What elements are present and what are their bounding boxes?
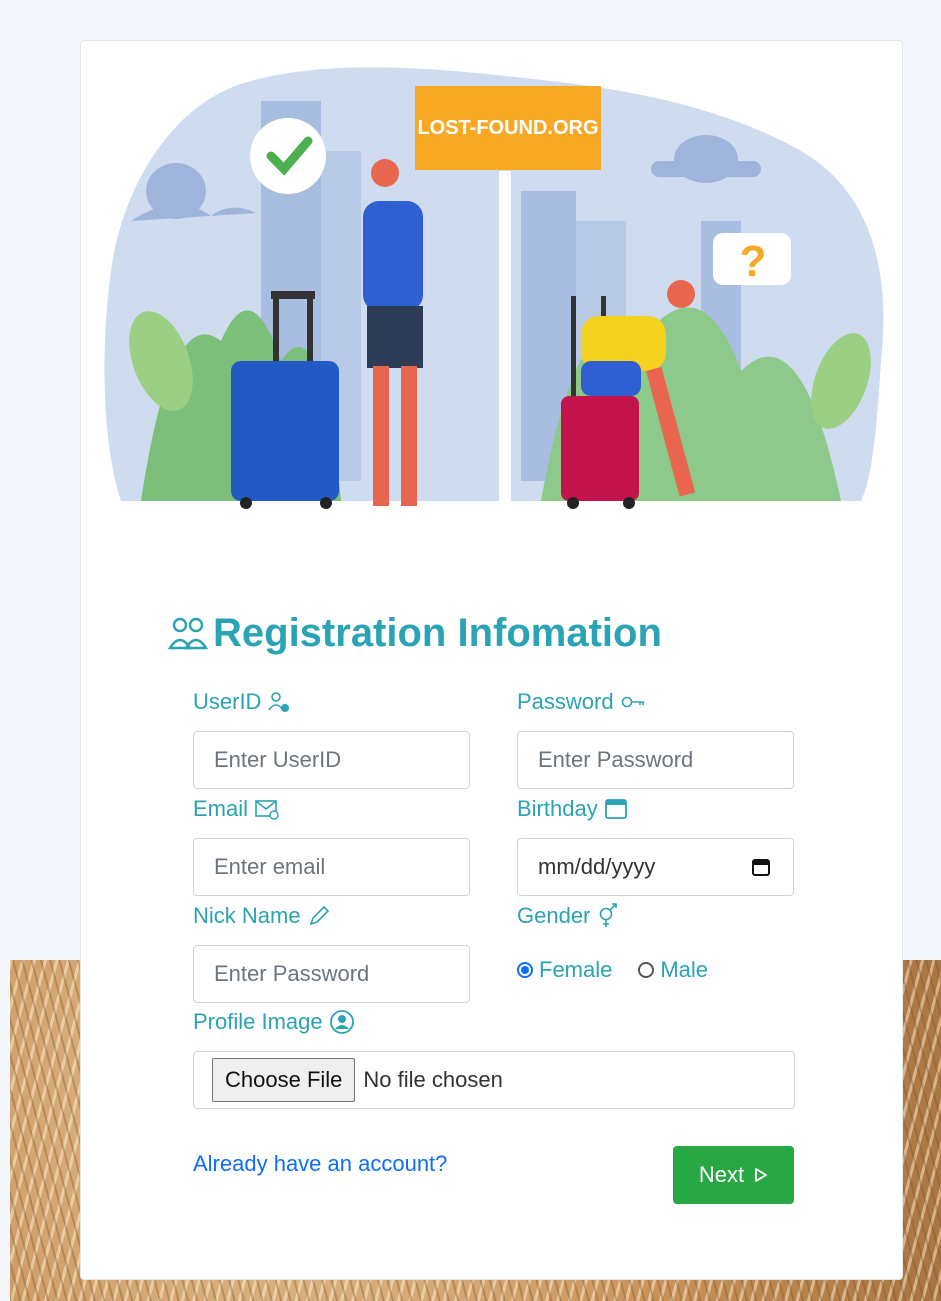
email-label: Email: [193, 796, 280, 822]
users-icon: [167, 617, 209, 649]
pencil-icon: [309, 905, 329, 926]
birthday-label: Birthday: [517, 796, 628, 822]
nickname-label: Nick Name: [193, 903, 331, 929]
key-icon: [621, 696, 644, 708]
login-link[interactable]: Already have an account?: [193, 1151, 447, 1177]
page-title: Registration Infomation: [167, 611, 662, 656]
user-circle-icon: [329, 1010, 354, 1034]
userid-input[interactable]: [193, 731, 470, 789]
gender-label: Gender: [517, 903, 620, 929]
nickname-input[interactable]: [193, 945, 470, 1003]
file-status: No file chosen: [363, 1067, 503, 1092]
next-button-label: Next: [698, 1162, 745, 1187]
userid-label: UserID: [193, 689, 291, 715]
title-text: Registration Infomation: [213, 611, 662, 655]
male-radio[interactable]: [638, 962, 655, 978]
email-input[interactable]: [193, 838, 470, 896]
female-radio[interactable]: [517, 962, 533, 978]
hero-illustration: LOST-FOUND.ORG ?: [104, 67, 884, 509]
password-label: Password: [517, 689, 646, 715]
password-input[interactable]: [517, 731, 794, 789]
registration-card: LOST-FOUND.ORG ? Registration Infomation…: [80, 40, 903, 1280]
play-triangle-icon: [755, 1168, 768, 1182]
sign-text: LOST-FOUND.ORG: [417, 117, 598, 139]
next-button[interactable]: Next: [673, 1146, 794, 1204]
user-check-icon: [268, 692, 290, 712]
envelope-at-icon: [255, 800, 279, 820]
calendar-icon: [604, 799, 627, 819]
calendar-picker-icon[interactable]: [751, 857, 771, 877]
birthday-date-input[interactable]: mm/dd/yyyy: [517, 838, 794, 896]
gender-icon: [600, 903, 618, 927]
profile-image-label: Profile Image: [193, 1009, 355, 1035]
question-mark: ?: [740, 237, 767, 286]
choose-file-button[interactable]: Choose File: [212, 1058, 356, 1102]
profile-image-file-input[interactable]: Choose File No file chosen: [193, 1051, 795, 1109]
female-label[interactable]: Female: [539, 957, 612, 983]
gender-options: Female Male: [517, 957, 708, 983]
male-label[interactable]: Male: [660, 957, 708, 983]
